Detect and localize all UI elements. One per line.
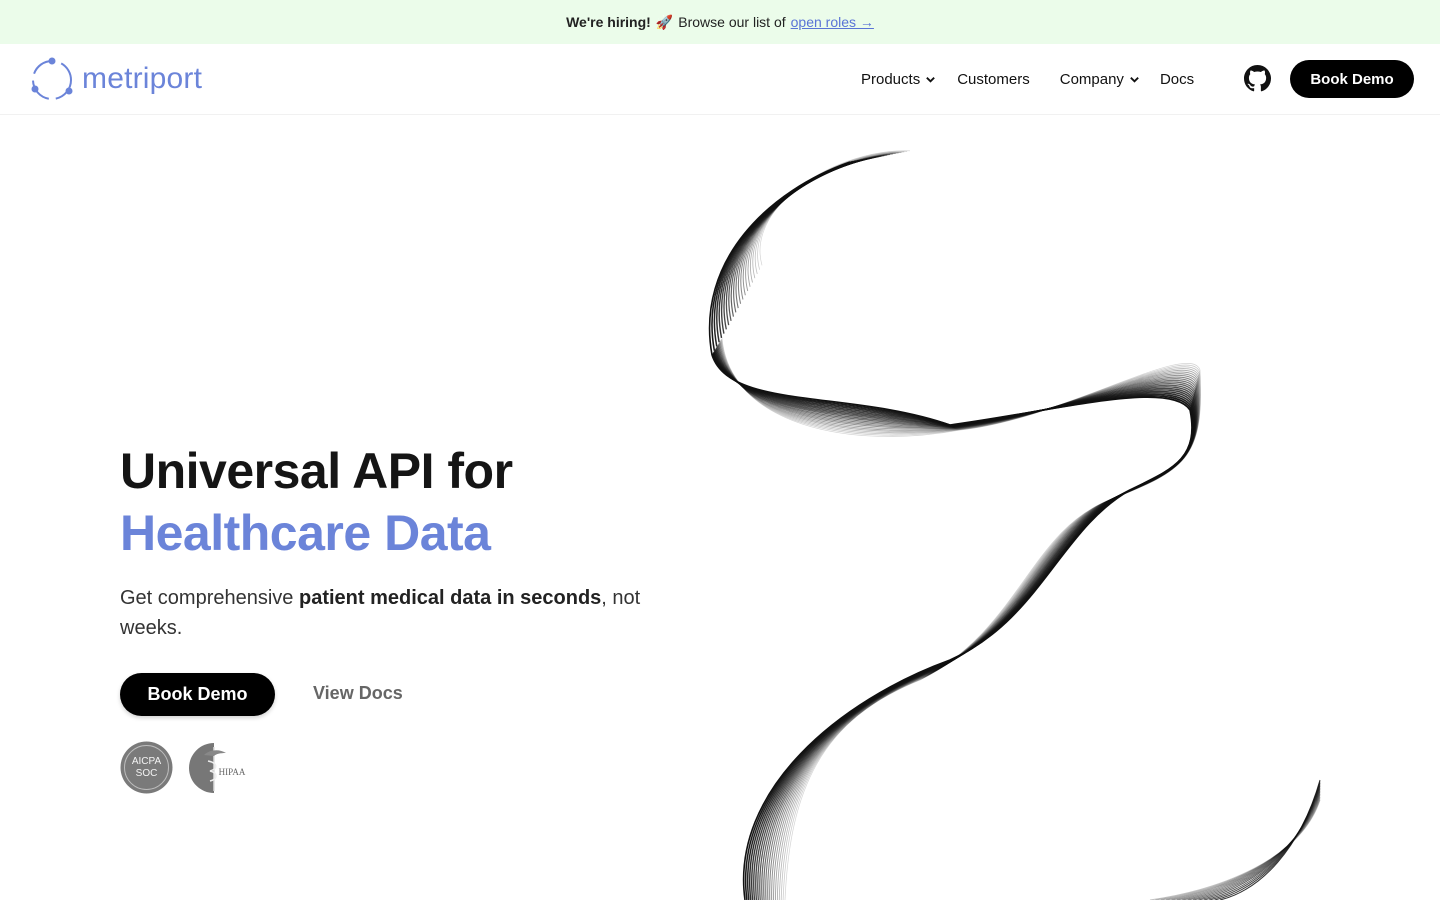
- wave-line: [716, 156, 1197, 900]
- subtitle-bold: patient medical data in seconds: [298, 587, 602, 609]
- banner-bold-text: We're hiring!: [566, 14, 651, 30]
- view-docs-link[interactable]: View Docs: [313, 683, 403, 704]
- hipaa-badge-icon: HIPAA: [189, 743, 246, 793]
- hipaa-badge-text: HIPAA: [219, 767, 246, 777]
- hero-title: Universal API for Healthcare Data: [120, 440, 513, 564]
- wave-line: [720, 151, 1201, 900]
- logo-mark-icon: [31, 57, 73, 100]
- wave-illustration: [708, 150, 1321, 900]
- nav-item-products[interactable]: Products: [861, 71, 936, 88]
- hero-subtitle: Get comprehensive patient medical data i…: [120, 583, 680, 643]
- nav-item-label: Customers: [957, 70, 1030, 88]
- soc-badge-line2: SOC: [136, 768, 158, 779]
- wave-line: [1166, 795, 1321, 900]
- wave-line: [1192, 787, 1321, 900]
- nav-item-docs[interactable]: Docs: [1160, 71, 1194, 88]
- rocket-icon: 🚀: [655, 13, 674, 30]
- nav-item-label: Products: [861, 70, 921, 88]
- hero-book-demo-button[interactable]: Book Demo: [120, 673, 275, 716]
- logo-wordmark: metriport: [82, 62, 203, 95]
- wave-line: [718, 153, 1199, 900]
- nav-links: Products Customers Company Docs: [861, 44, 1194, 114]
- open-roles-link[interactable]: open roles →: [791, 14, 874, 30]
- wave-line: [715, 157, 1196, 900]
- wave-line: [1198, 786, 1321, 900]
- nav-item-label: Docs: [1159, 70, 1195, 88]
- soc-badge-line1: AICPA: [132, 756, 162, 767]
- hiring-banner: We're hiring! 🚀 Browse our list of open …: [0, 0, 1440, 44]
- wave-line: [1187, 789, 1321, 900]
- github-icon[interactable]: [1244, 65, 1271, 92]
- nav-item-customers[interactable]: Customers: [957, 71, 1030, 88]
- nav-book-demo-button[interactable]: Book Demo: [1290, 60, 1414, 98]
- nav-item-label: Company: [1059, 70, 1124, 88]
- top-navigation: metriport Products Customers Company Doc…: [0, 44, 1440, 115]
- hero-title-line1: Universal API for: [120, 443, 513, 499]
- metriport-logo[interactable]: metriport: [30, 56, 202, 102]
- chevron-down-icon: [926, 76, 936, 83]
- chevron-down-icon: [1130, 76, 1139, 83]
- aicpa-soc-badge-icon: AICPA SOC: [120, 741, 173, 794]
- nav-item-company[interactable]: Company: [1060, 71, 1140, 88]
- subtitle-pre: Get comprehensive: [120, 587, 299, 609]
- banner-text: Browse our list of: [678, 14, 786, 30]
- hero-title-line2: Healthcare Data: [120, 505, 491, 561]
